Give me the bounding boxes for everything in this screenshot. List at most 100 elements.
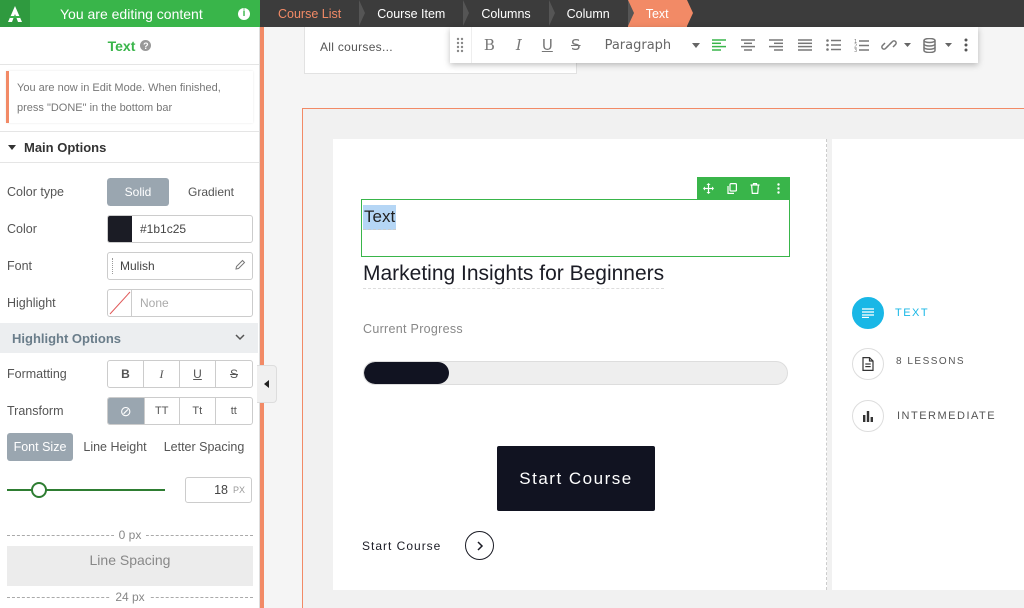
caret-left-icon [263, 380, 269, 388]
highlight-label: Highlight [7, 296, 56, 310]
highlight-picker[interactable]: None [107, 289, 253, 317]
breadcrumb-course-item[interactable]: Course Item [359, 0, 470, 27]
italic-icon[interactable]: I [505, 27, 533, 63]
progress-bar-fill [364, 362, 449, 384]
progress-label[interactable]: Current Progress [363, 322, 463, 336]
paragraph-select[interactable]: Paragraph [590, 27, 689, 63]
breadcrumb: Course List Course Item Columns Column T… [260, 0, 693, 27]
color-type-label: Color type [7, 185, 64, 199]
transform-label: Transform [7, 404, 64, 418]
edit-mode-text: You are editing content [60, 5, 203, 22]
database-icon[interactable] [917, 27, 943, 63]
progress-bar[interactable] [363, 361, 788, 385]
selected-text-element[interactable] [361, 199, 790, 257]
breadcrumb-columns[interactable]: Columns [463, 0, 556, 27]
main-options-header[interactable]: Main Options [0, 131, 259, 163]
bullet-list-icon[interactable] [819, 27, 848, 63]
drag-handle-icon[interactable] [450, 27, 472, 63]
no-color-swatch-icon[interactable] [108, 290, 132, 316]
all-courses-label[interactable]: All courses... [320, 40, 393, 54]
highlight-options-label: Highlight Options [12, 330, 122, 346]
transform-uppercase-button[interactable]: TT [145, 398, 181, 424]
link-icon[interactable] [876, 27, 902, 63]
delete-icon[interactable] [744, 177, 767, 199]
font-label: Font [7, 259, 33, 273]
breadcrumb-column[interactable]: Column [548, 0, 634, 27]
transform-row: Transform ⊘ TT Tt tt [0, 397, 258, 425]
align-right-icon[interactable] [762, 27, 791, 63]
italic-button[interactable]: I [144, 361, 180, 387]
caret-down-icon[interactable] [901, 27, 913, 63]
color-picker[interactable]: #1b1c25 [107, 215, 253, 243]
transform-none-button[interactable]: ⊘ [108, 398, 145, 424]
meta-level-label: INTERMEDIATE [897, 410, 997, 422]
caret-down-icon[interactable] [688, 27, 704, 63]
transform-capitalize-button[interactable]: Tt [180, 398, 216, 424]
align-center-icon[interactable] [733, 27, 762, 63]
collapse-sidebar-button[interactable] [257, 365, 277, 403]
formatting-row: Formatting B I U S [0, 360, 258, 388]
transform-lowercase-button[interactable]: tt [216, 398, 252, 424]
color-type-solid[interactable]: Solid [107, 178, 169, 206]
font-size-slider-thumb[interactable] [30, 482, 47, 498]
font-value: Mulish [120, 259, 155, 273]
pencil-icon[interactable] [234, 259, 246, 274]
move-icon[interactable] [697, 177, 720, 199]
tab-letter-spacing[interactable]: Letter Spacing [157, 433, 251, 461]
color-type-row: Color type Solid Gradient [0, 178, 258, 206]
meta-text-label: TEXT [895, 307, 930, 319]
formatting-buttons: B I U S [107, 360, 253, 388]
strikethrough-button[interactable]: S [216, 361, 252, 387]
info-icon[interactable]: i [238, 7, 250, 20]
course-title[interactable]: Marketing Insights for Beginners [363, 260, 665, 289]
color-type-gradient[interactable]: Gradient [169, 178, 253, 206]
caret-down-icon[interactable] [943, 27, 955, 63]
start-course-button[interactable]: Start Course [497, 446, 655, 511]
line-spacing-top: 0 px [7, 528, 253, 542]
font-select[interactable]: Mulish [107, 252, 253, 280]
line-spacing-bottom: 24 px [7, 590, 253, 604]
sidebar: Text ? You are now in Edit Mode. When fi… [0, 27, 260, 608]
edit-mode-banner: You are editing content i [0, 0, 260, 27]
underline-button[interactable]: U [180, 361, 216, 387]
align-left-icon[interactable] [704, 27, 733, 63]
start-course-link[interactable]: Start Course [362, 539, 441, 553]
highlight-value: None [140, 296, 169, 310]
duplicate-icon[interactable] [720, 177, 743, 199]
app-logo[interactable] [0, 0, 30, 27]
line-spacing-top-label: 0 px [113, 528, 147, 542]
color-type-toggle: Solid Gradient [107, 178, 253, 206]
selected-text-value[interactable]: Text [363, 205, 397, 230]
svg-text:3: 3 [854, 48, 857, 52]
element-more-icon[interactable] [767, 177, 790, 199]
line-spacing-label: Line Spacing [89, 552, 171, 568]
tab-font-size[interactable]: Font Size [7, 433, 73, 461]
font-size-input[interactable]: 18 PX [185, 477, 252, 503]
align-justify-icon[interactable] [790, 27, 819, 63]
font-size-value: 18 [214, 483, 228, 497]
paragraph-label: Paragraph [604, 37, 672, 53]
tab-line-height[interactable]: Line Height [78, 433, 152, 461]
drag-dots-icon [112, 258, 113, 274]
formatting-label: Formatting [7, 367, 67, 381]
strikethrough-icon[interactable]: S [562, 27, 590, 63]
breadcrumb-course-list[interactable]: Course List [260, 0, 366, 27]
bold-button[interactable]: B [108, 361, 144, 387]
breadcrumb-text[interactable]: Text [627, 0, 693, 27]
arrow-right-icon[interactable] [465, 531, 494, 560]
sidebar-title-text: Text [107, 37, 136, 54]
color-swatch[interactable] [108, 216, 132, 242]
line-spacing-box[interactable]: Line Spacing [7, 546, 253, 586]
bar-chart-icon [852, 400, 884, 432]
color-row: Color #1b1c25 [0, 215, 258, 243]
highlight-options-header[interactable]: Highlight Options [0, 323, 258, 353]
more-options-icon[interactable] [954, 27, 978, 63]
chevron-down-icon [234, 331, 246, 346]
bold-icon[interactable]: B [474, 27, 505, 63]
numbered-list-icon[interactable]: 123 [847, 27, 876, 63]
underline-icon[interactable]: U [533, 27, 562, 63]
transform-buttons: ⊘ TT Tt tt [107, 397, 253, 425]
help-icon[interactable]: ? [140, 40, 152, 51]
edit-mode-notice: You are now in Edit Mode. When finished,… [6, 71, 253, 123]
sidebar-title: Text ? [0, 27, 259, 65]
